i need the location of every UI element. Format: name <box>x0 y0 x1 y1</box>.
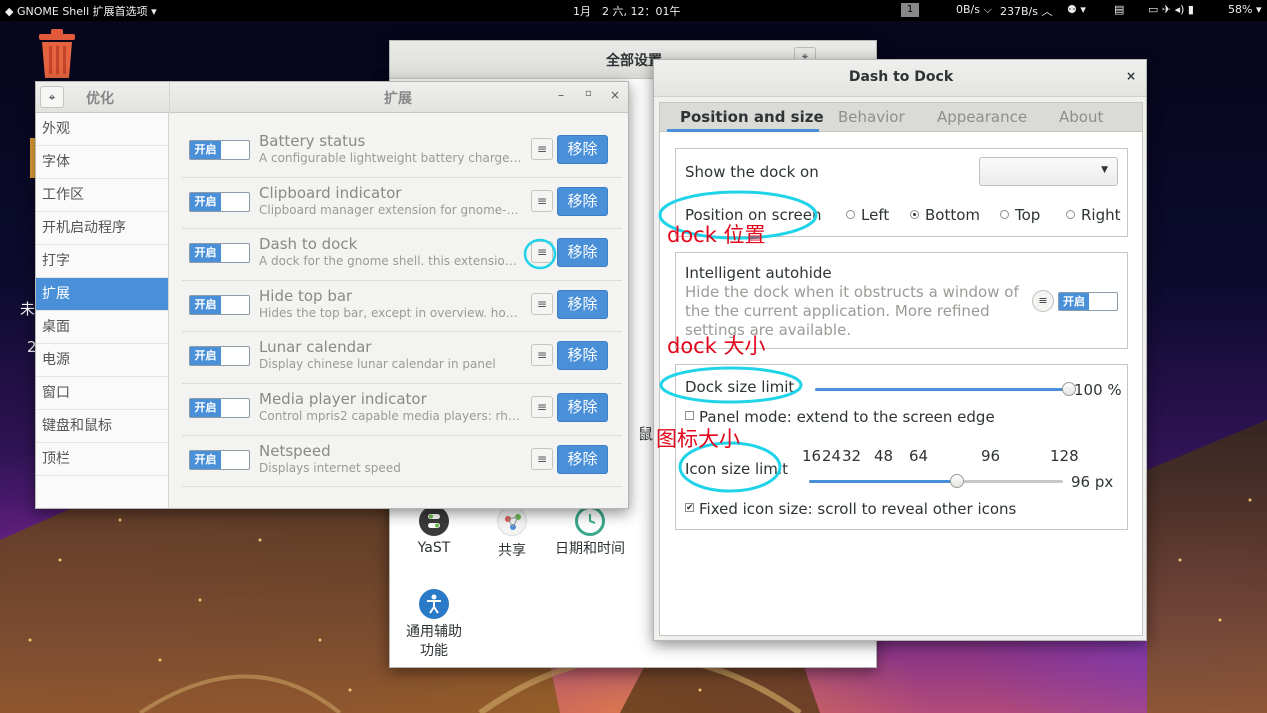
annotation-dock-position: dock 位置 <box>667 223 766 247</box>
annotation-dock-size: dock 大小 <box>667 334 766 358</box>
annotation-layer <box>523 190 818 493</box>
highlight-dock-size <box>659 366 803 404</box>
annotation-icon-size: 图标大小 <box>656 427 740 451</box>
highlight-dash-to-dock-settings <box>523 238 557 270</box>
